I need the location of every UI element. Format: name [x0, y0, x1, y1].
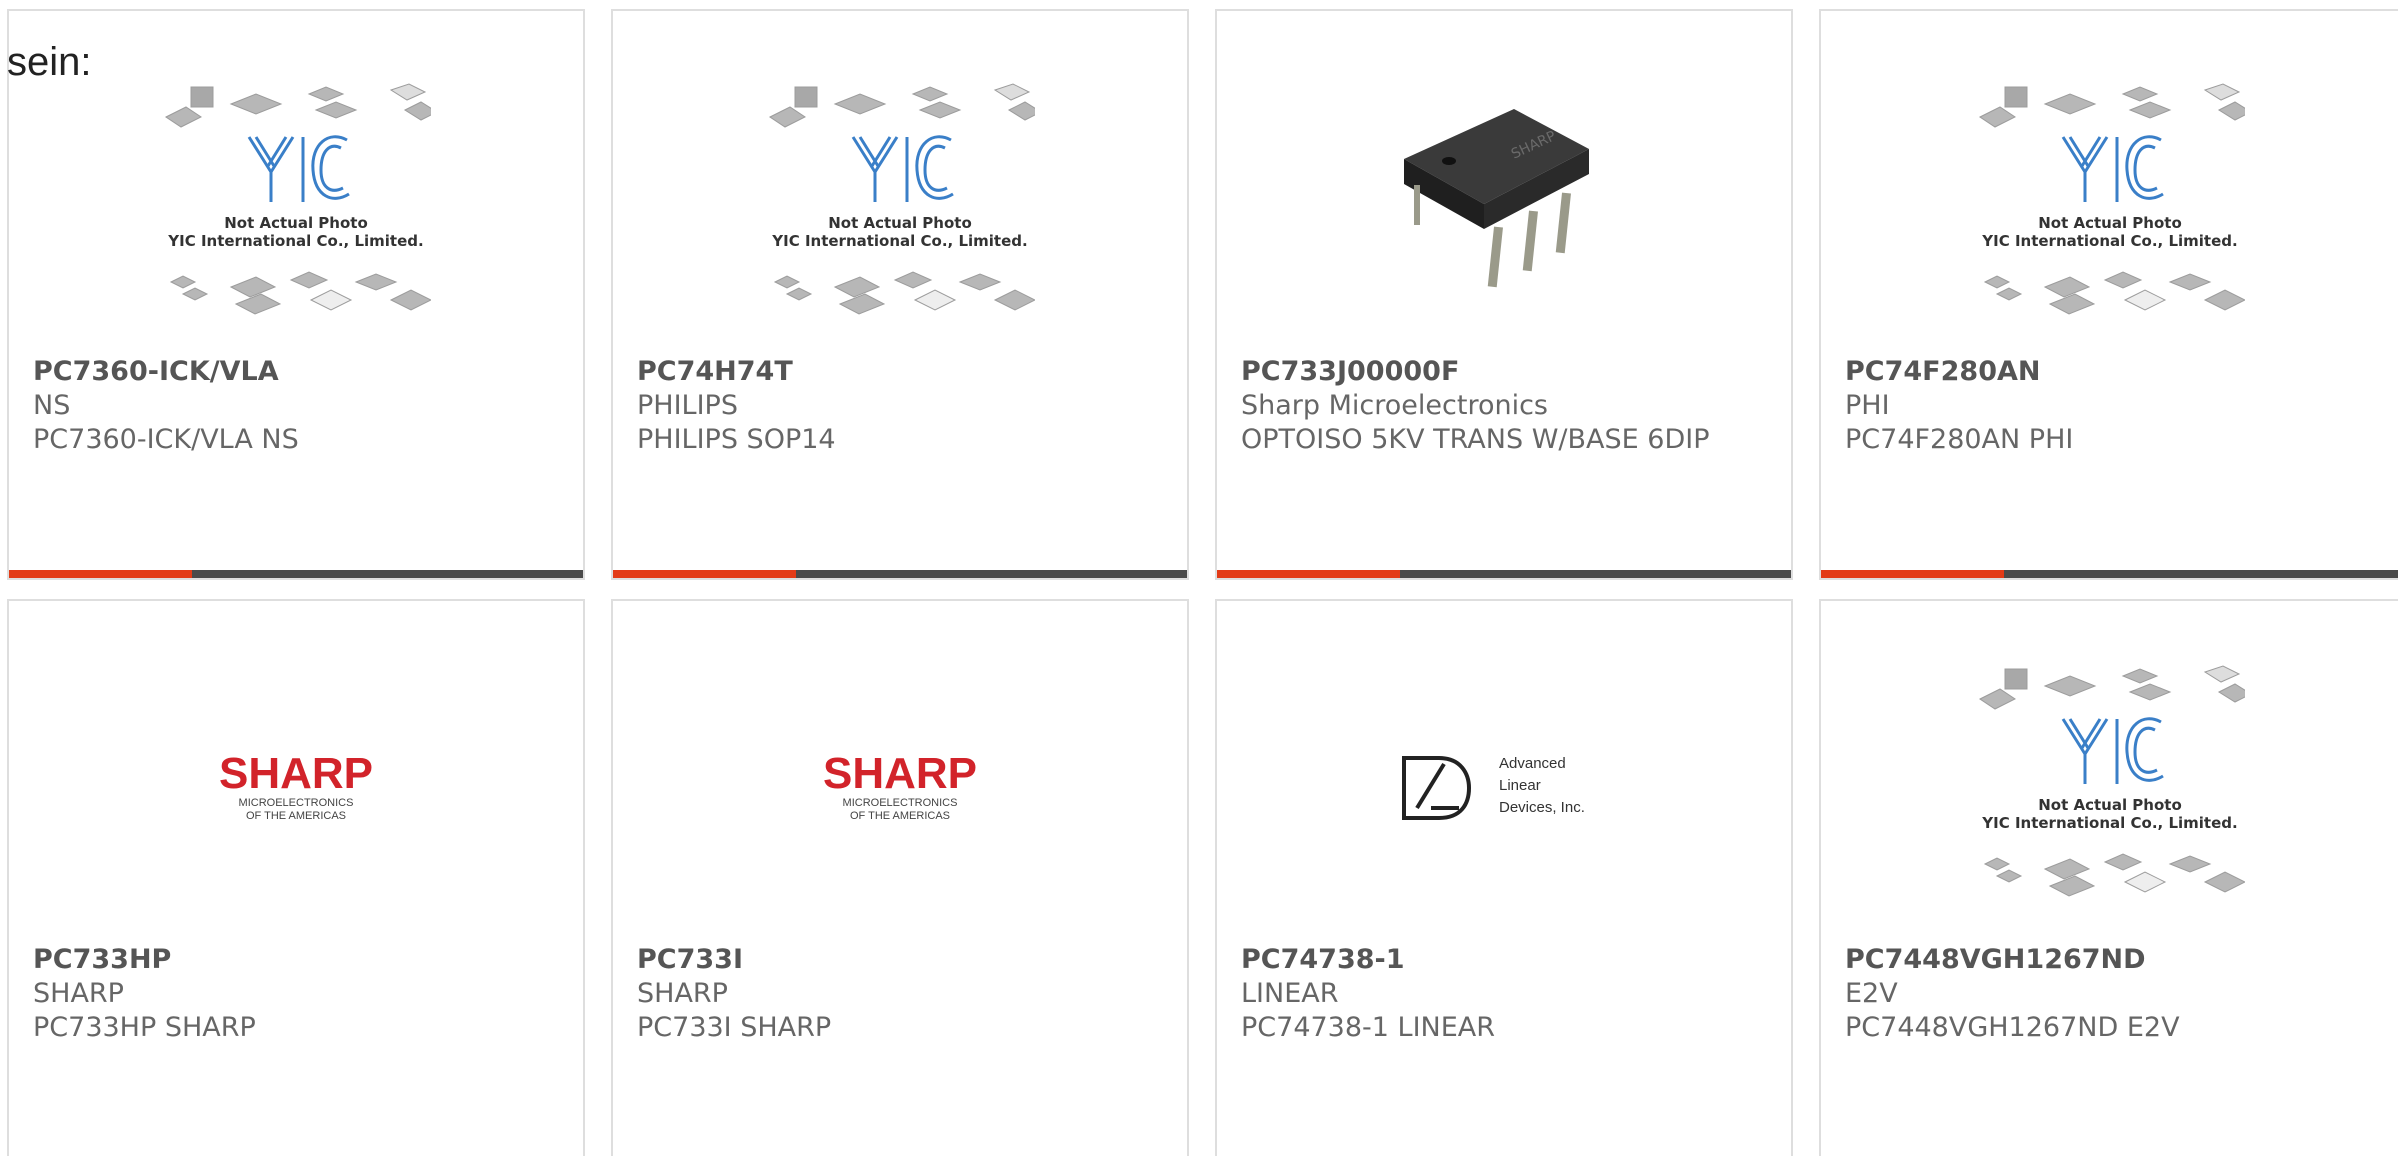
product-grid-page: sein: Not Actual Photo YIC International…: [0, 0, 2398, 1156]
product-brand: NS: [33, 390, 71, 421]
product-part-number[interactable]: PC733I: [637, 943, 1163, 977]
product-image[interactable]: SHARP MICROELECTRONICS OF THE AMERICAS: [613, 641, 1187, 931]
product-card[interactable]: Advanced Linear Devices, Inc. PC74738-1 …: [1215, 599, 1793, 1156]
adi-logo-line1: Advanced: [1499, 755, 1566, 772]
product-part-number[interactable]: PC733HP: [33, 943, 559, 977]
product-description: PC7360-ICK/VLA NS: [33, 424, 299, 455]
placeholder-line2: YIC International Co., Limited.: [771, 232, 1027, 250]
yic-placeholder-image: Not Actual Photo YIC International Co., …: [1979, 664, 2245, 897]
product-image[interactable]: Not Actual Photo YIC International Co., …: [613, 59, 1187, 349]
placeholder-line1: Not Actual Photo: [2038, 214, 2182, 232]
adi-logo: Advanced Linear Devices, Inc.: [1402, 755, 1585, 820]
product-description: PC733HP SHARP: [33, 1012, 256, 1043]
product-card[interactable]: SHARP MICROELECTRONICS OF THE AMERICAS P…: [611, 599, 1189, 1156]
sharp-logo-line1: MICROELECTRONICS: [239, 797, 354, 809]
placeholder-line1: Not Actual Photo: [224, 214, 368, 232]
yic-placeholder-image: Not Actual Photo YIC International Co., …: [1979, 82, 2245, 315]
product-part-number[interactable]: PC7360-ICK/VLA: [33, 355, 559, 389]
product-brand: PHILIPS: [637, 390, 738, 421]
sharp-logo: SHARP MICROELECTRONICS OF THE AMERICAS: [219, 749, 373, 822]
product-part-number[interactable]: PC7448VGH1267ND: [1845, 943, 2383, 977]
card-accent-bar: [1821, 570, 2004, 578]
product-description: PC733I SHARP: [637, 1012, 832, 1043]
product-image[interactable]: Not Actual Photo YIC International Co., …: [1821, 59, 2398, 349]
product-text: PC74738-1 LINEAR PC74738-1 LINEAR: [1241, 943, 1767, 1045]
product-description: PC74738-1 LINEAR: [1241, 1012, 1496, 1043]
placeholder-line2: YIC International Co., Limited.: [167, 232, 423, 250]
product-image[interactable]: SHARP: [1217, 59, 1791, 349]
product-text: PC7448VGH1267ND E2V PC7448VGH1267ND E2V: [1845, 943, 2383, 1045]
product-card[interactable]: SHARP MICROELECTRONICS OF THE AMERICAS P…: [7, 599, 585, 1156]
product-brand: LINEAR: [1241, 978, 1339, 1009]
card-bottom-bar: [1821, 570, 2398, 578]
card-bottom-bar: [613, 570, 1187, 578]
card-accent-bar: [1217, 570, 1400, 578]
product-part-number[interactable]: PC74F280AN: [1845, 355, 2383, 389]
placeholder-line2: YIC International Co., Limited.: [1981, 232, 2237, 250]
product-image[interactable]: Not Actual Photo YIC International Co., …: [1821, 641, 2398, 931]
yic-placeholder-image: Not Actual Photo YIC International Co., …: [165, 82, 431, 315]
product-part-number[interactable]: PC74H74T: [637, 355, 1163, 389]
product-text: PC733I SHARP PC733I SHARP: [637, 943, 1163, 1045]
product-card[interactable]: Not Actual Photo YIC International Co., …: [611, 9, 1189, 580]
product-image[interactable]: Advanced Linear Devices, Inc.: [1217, 641, 1791, 931]
placeholder-line1: Not Actual Photo: [2038, 796, 2182, 814]
product-image[interactable]: SHARP MICROELECTRONICS OF THE AMERICAS: [9, 641, 583, 931]
product-description: PC74F280AN PHI: [1845, 424, 2074, 455]
product-image[interactable]: Not Actual Photo YIC International Co., …: [9, 59, 583, 349]
product-text: PC733HP SHARP PC733HP SHARP: [33, 943, 559, 1045]
dip-chip-icon: SHARP: [1404, 109, 1589, 288]
product-brand: PHI: [1845, 390, 1890, 421]
product-text: PC74F280AN PHI PC74F280AN PHI: [1845, 355, 2383, 457]
product-part-number[interactable]: PC733J00000F: [1241, 355, 1767, 389]
product-text: PC74H74T PHILIPS PHILIPS SOP14: [637, 355, 1163, 457]
placeholder-line2: YIC International Co., Limited.: [1981, 814, 2237, 832]
sharp-logo: SHARP MICROELECTRONICS OF THE AMERICAS: [823, 749, 977, 822]
sharp-logo-name: SHARP: [219, 749, 373, 798]
sharp-logo-line1: MICROELECTRONICS: [843, 797, 958, 809]
intro-text: sein:: [7, 40, 92, 84]
sharp-logo-line2: OF THE AMERICAS: [850, 810, 950, 822]
product-description: PHILIPS SOP14: [637, 424, 836, 455]
card-accent-bar: [9, 570, 192, 578]
product-card[interactable]: Not Actual Photo YIC International Co., …: [7, 9, 585, 580]
product-text: PC733J00000F Sharp Microelectronics OPTO…: [1241, 355, 1767, 457]
card-accent-bar: [613, 570, 796, 578]
product-brand: Sharp Microelectronics: [1241, 390, 1548, 421]
yic-placeholder-image: Not Actual Photo YIC International Co., …: [769, 82, 1035, 315]
card-bottom-bar: [9, 570, 583, 578]
product-text: PC7360-ICK/VLA NS PC7360-ICK/VLA NS: [33, 355, 559, 457]
sharp-logo-line2: OF THE AMERICAS: [246, 810, 346, 822]
product-card[interactable]: Not Actual Photo YIC International Co., …: [1819, 9, 2398, 580]
placeholder-line1: Not Actual Photo: [828, 214, 972, 232]
product-brand: E2V: [1845, 978, 1898, 1009]
product-brand: SHARP: [33, 978, 124, 1009]
card-bottom-bar: [1217, 570, 1791, 578]
product-description: OPTOISO 5KV TRANS W/BASE 6DIP: [1241, 424, 1710, 455]
product-brand: SHARP: [637, 978, 728, 1009]
adi-logo-line2: Linear: [1499, 777, 1541, 794]
product-card[interactable]: Not Actual Photo YIC International Co., …: [1819, 599, 2398, 1156]
product-description: PC7448VGH1267ND E2V: [1845, 1012, 2180, 1043]
product-card[interactable]: SHARP PC733J00000F Sharp Microelectronic…: [1215, 9, 1793, 580]
sharp-logo-name: SHARP: [823, 749, 977, 798]
adi-logo-line3: Devices, Inc.: [1499, 799, 1585, 816]
product-part-number[interactable]: PC74738-1: [1241, 943, 1767, 977]
